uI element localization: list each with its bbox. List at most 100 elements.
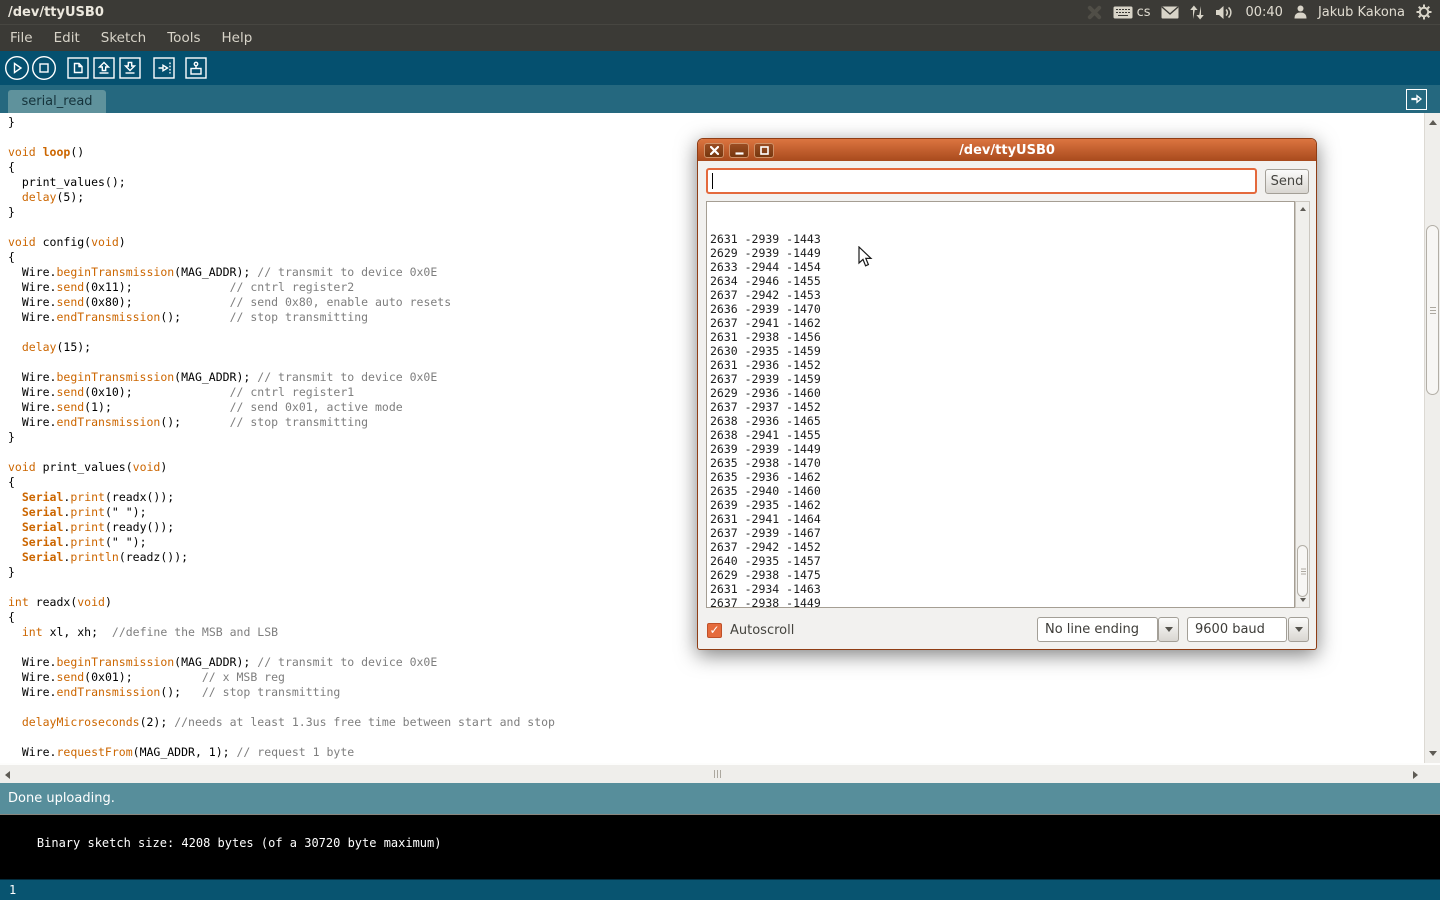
text-caret	[712, 173, 713, 189]
editor-horizontal-scrollbar[interactable]	[0, 763, 1440, 783]
keyboard-layout-icon[interactable]: cs	[1113, 5, 1151, 20]
menu-help[interactable]: Help	[222, 30, 253, 46]
serial-scrollbar[interactable]	[1295, 201, 1310, 608]
serial-monitor-titlebar[interactable]: /dev/ttyUSB0	[698, 139, 1316, 161]
scroll-down-icon[interactable]	[1429, 751, 1437, 756]
code-line	[8, 700, 555, 715]
serial-row: 2637 -2939 -1459	[710, 372, 1294, 386]
thumb-grip	[1301, 571, 1306, 572]
minimize-icon	[735, 146, 744, 155]
line-number: 1	[9, 883, 16, 897]
indicator-x-icon[interactable]	[1087, 5, 1102, 20]
code-line: Wire.send(0x11); // cntrl register2	[8, 280, 555, 295]
serial-scroll-up-icon[interactable]	[1300, 207, 1306, 211]
code-line: Wire.beginTransmission(MAG_ADDR); // tra…	[8, 265, 555, 280]
stop-icon	[31, 55, 57, 81]
close-button[interactable]	[704, 143, 724, 158]
mail-icon[interactable]	[1161, 6, 1179, 19]
window-controls	[704, 143, 774, 158]
line-ending-value: No line ending	[1045, 622, 1139, 637]
code-line	[8, 580, 555, 595]
serial-scrollbar-thumb[interactable]	[1297, 545, 1308, 597]
serial-row: 2631 -2936 -1452	[710, 358, 1294, 372]
save-button[interactable]	[119, 57, 141, 79]
code-line: void loop()	[8, 145, 555, 160]
power-gear-icon[interactable]	[1416, 4, 1432, 20]
autoscroll-label[interactable]: Autoscroll	[730, 623, 794, 638]
autoscroll-checkbox[interactable]: ✓	[707, 623, 722, 638]
code-line: print_values();	[8, 175, 555, 190]
tab-menu-button[interactable]	[1406, 89, 1427, 110]
upload-button[interactable]	[153, 57, 175, 79]
code-line: Wire.endTransmission(); // stop transmit…	[8, 685, 555, 700]
code-line: void print_values(void)	[8, 460, 555, 475]
serial-row: 2637 -2938 -1449	[710, 596, 1294, 608]
serial-row: 2638 -2936 -1465	[710, 414, 1294, 428]
code-line	[8, 730, 555, 745]
scroll-up-icon[interactable]	[1429, 120, 1437, 125]
code-line: }	[8, 115, 555, 130]
code-line: Wire.requestFrom(MAG_ADDR, 1); // reques…	[8, 745, 555, 760]
user-icon[interactable]	[1294, 5, 1307, 19]
verify-button[interactable]	[4, 55, 30, 81]
serial-output[interactable]: 2631 -2939 -14432629 -2939 -14492633 -29…	[706, 201, 1295, 608]
code-line: int readx(void)	[8, 595, 555, 610]
system-tray: cs 00:40 Jakub Kakona	[1087, 4, 1440, 20]
code-line: delayMicroseconds(2); //needs at least 1…	[8, 715, 555, 730]
screen: /dev/ttyUSB0 cs 00:40 Jakub Kakona File …	[0, 0, 1440, 900]
code-line: Wire.send(0x01); // x MSB reg	[8, 670, 555, 685]
keyboard-layout-label: cs	[1137, 5, 1151, 20]
clock[interactable]: 00:40	[1245, 5, 1282, 20]
code-line: {	[8, 475, 555, 490]
serial-row: 2635 -2936 -1462	[710, 470, 1294, 484]
code-line: void config(void)	[8, 235, 555, 250]
console-text: Binary sketch size: 4208 bytes (of a 307…	[37, 836, 442, 850]
baud-rate-select[interactable]: 9600 baud	[1187, 617, 1287, 642]
serial-send-input[interactable]	[706, 168, 1257, 194]
code-line: delay(15);	[8, 340, 555, 355]
code-line: Serial.println(readz());	[8, 550, 555, 565]
new-sketch-button[interactable]	[67, 57, 89, 79]
send-button[interactable]: Send	[1265, 169, 1309, 194]
editor-vertical-scrollbar[interactable]	[1424, 113, 1440, 763]
serial-row: 2637 -2942 -1453	[710, 288, 1294, 302]
serial-row: 2631 -2939 -1443	[710, 232, 1294, 246]
serial-monitor-button[interactable]	[185, 57, 207, 79]
volume-icon[interactable]	[1215, 5, 1234, 20]
maximize-button[interactable]	[754, 143, 774, 158]
username[interactable]: Jakub Kakona	[1318, 5, 1405, 20]
line-ending-dropdown-button[interactable]	[1158, 617, 1179, 642]
window-title: /dev/ttyUSB0	[8, 5, 104, 20]
stop-button[interactable]	[31, 55, 57, 81]
scroll-left-icon[interactable]	[5, 771, 10, 779]
maximize-icon	[760, 146, 769, 155]
serial-monitor-window: /dev/ttyUSB0 Send 2631 -2939 -14432629 -…	[697, 138, 1317, 650]
code-line: {	[8, 160, 555, 175]
scroll-right-icon[interactable]	[1413, 771, 1418, 779]
serial-row: 2629 -2936 -1460	[710, 386, 1294, 400]
code-line	[8, 355, 555, 370]
network-updown-icon[interactable]	[1190, 5, 1204, 20]
code-line: Wire.send(0x10); // cntrl register1	[8, 385, 555, 400]
serial-monitor-title: /dev/ttyUSB0	[698, 143, 1316, 158]
code-line: }	[8, 205, 555, 220]
serial-scroll-down-icon[interactable]	[1300, 598, 1306, 602]
code-line	[8, 220, 555, 235]
thumb-grip	[1430, 310, 1436, 311]
upload-icon	[153, 57, 175, 79]
tab-serial-read[interactable]: serial_read	[8, 90, 106, 113]
baud-dropdown-button[interactable]	[1288, 617, 1309, 642]
editor-scrollbar-thumb[interactable]	[1426, 225, 1439, 395]
serial-row: 2639 -2939 -1449	[710, 442, 1294, 456]
menu-sketch[interactable]: Sketch	[101, 30, 146, 46]
menu-tools[interactable]: Tools	[167, 30, 200, 46]
open-button[interactable]	[93, 57, 115, 79]
minimize-button[interactable]	[729, 143, 749, 158]
menu-file[interactable]: File	[10, 30, 33, 46]
footer-line-indicator: 1	[0, 879, 1440, 900]
chevron-down-icon	[1165, 627, 1173, 632]
menu-edit[interactable]: Edit	[54, 30, 80, 46]
serial-output-lines: 2631 -2939 -14432629 -2939 -14492633 -29…	[710, 232, 1294, 608]
serial-row: 2630 -2935 -1459	[710, 344, 1294, 358]
line-ending-select[interactable]: No line ending	[1037, 617, 1158, 642]
